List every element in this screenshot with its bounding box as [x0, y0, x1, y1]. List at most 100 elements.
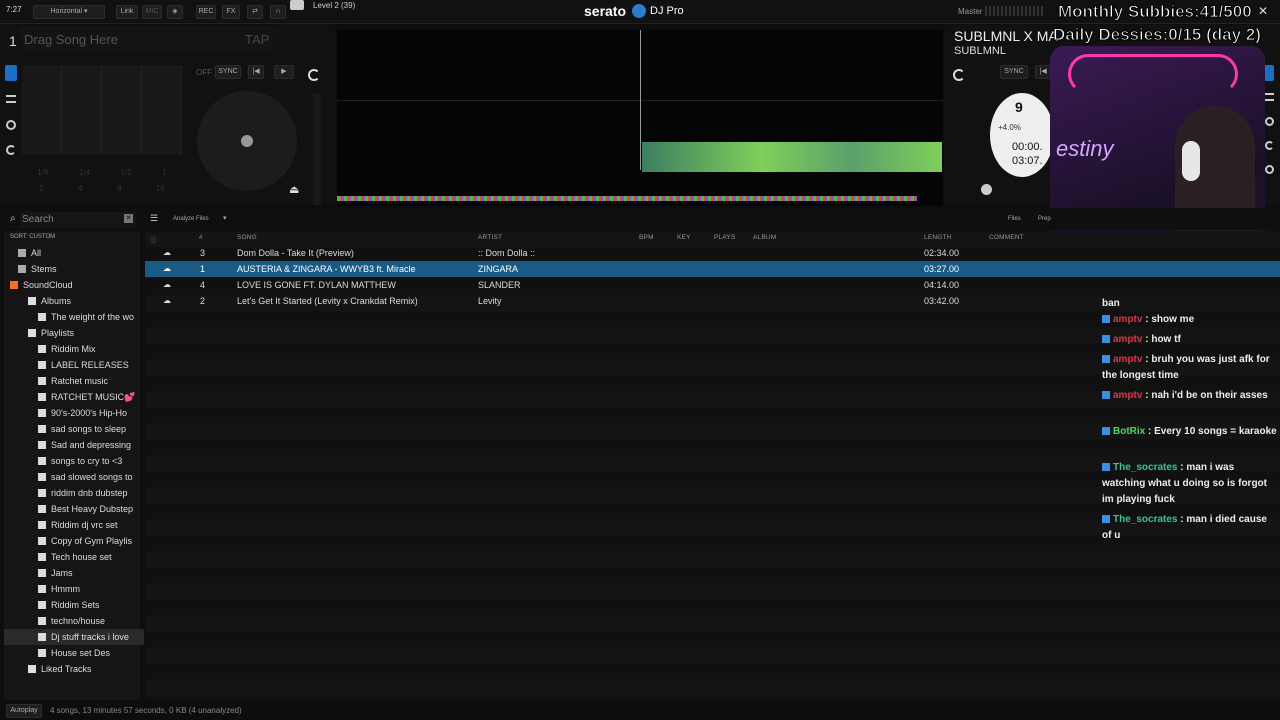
sidebar-item-playlist[interactable]: Riddim Sets — [4, 597, 144, 613]
col-song[interactable]: SONG — [237, 234, 257, 241]
table-row[interactable]: ☁ 4 LOVE IS GONE FT. DYLAN MATTHEW SLANDER 0… — [145, 277, 1280, 293]
view-toggle-icon[interactable]: ☰ — [150, 213, 158, 224]
sidebar-item-playlist[interactable]: Copy of Gym Playlis — [4, 533, 144, 549]
list-icon[interactable] — [6, 95, 16, 103]
sidebar-item-all[interactable]: All — [4, 245, 144, 261]
info-col-icon[interactable]: ⓘ — [150, 234, 157, 244]
record-icon[interactable] — [1265, 165, 1274, 174]
loop-pad-row[interactable]: 2 4 8 16 — [22, 184, 182, 193]
sidebar-item-playlist[interactable]: Tech house set — [4, 549, 144, 565]
jog-platter[interactable] — [197, 91, 297, 191]
sidebar-item-album[interactable]: The weight of the wo — [4, 309, 144, 325]
sidebar-item-playlist[interactable]: sad slowed songs to — [4, 469, 144, 485]
jog-platter[interactable]: 9 +4.0% 00:00. 03:07. — [990, 93, 1054, 177]
track-artist: ZINGARA — [478, 264, 519, 274]
col-num[interactable]: # — [199, 234, 203, 241]
refresh-icon[interactable] — [1265, 141, 1274, 150]
sidebar-item-playlist[interactable]: Dj stuff tracks i love — [4, 629, 144, 645]
key-lock-icon[interactable] — [308, 69, 320, 81]
cue-button[interactable]: |◀ — [248, 65, 264, 79]
sidebar-item-playlist[interactable]: riddim dnb dubstep — [4, 485, 144, 501]
loop-pad[interactable]: 1/4 — [79, 168, 90, 177]
sidebar-item-playlist[interactable]: songs to cry to <3 — [4, 453, 144, 469]
deck-info: Level 2 (39) — [313, 1, 356, 10]
sidebar-item-playlist[interactable]: Best Heavy Dubstep — [4, 501, 144, 517]
loop-pad[interactable]: 8 — [117, 184, 121, 193]
sidebar-item-playlist[interactable]: sad songs to sleep — [4, 421, 144, 437]
col-comment[interactable]: COMMENT — [989, 234, 1024, 241]
analyze-dropdown-icon[interactable]: ▾ — [223, 214, 227, 222]
col-album[interactable]: ALBUM — [753, 234, 776, 241]
track-length: 03:27.00 — [924, 264, 960, 274]
bookmark-icon[interactable] — [1264, 65, 1274, 81]
play-button[interactable]: ▶ — [274, 65, 294, 79]
key-lock-icon[interactable] — [953, 69, 965, 81]
files-tab[interactable]: Files — [1008, 216, 1021, 222]
table-row[interactable]: ☁ 1 AUSTERIA & ZINGARA - WWYB3 ft. Miracle… — [145, 261, 1280, 277]
layout-select[interactable]: Horizontal ▾ — [33, 5, 105, 19]
prepare-tab[interactable]: Prep — [1038, 216, 1051, 222]
sidebar-item-playlist[interactable]: House set Des — [4, 645, 144, 661]
sidebar-item-soundcloud[interactable]: SoundCloud — [4, 277, 144, 293]
loop-pad[interactable]: 4 — [78, 184, 82, 193]
sidebar-item-playlists[interactable]: Playlists — [4, 325, 144, 341]
drag-zone[interactable]: Drag Song Here TAP — [21, 27, 273, 51]
loop-pad[interactable]: 2 — [39, 184, 43, 193]
list-icon[interactable] — [1265, 93, 1274, 101]
sidebar-item-playlist[interactable]: Riddim Mix — [4, 341, 144, 357]
sidebar-item-playlist[interactable]: Jams — [4, 565, 144, 581]
sidebar-item-playlist[interactable]: techno/house — [4, 613, 144, 629]
shield-icon[interactable]: ◈ — [167, 5, 183, 19]
close-icon[interactable]: ✕ — [1258, 4, 1268, 18]
track-song: LOVE IS GONE FT. DYLAN MATTHEW — [237, 280, 396, 290]
col-artist[interactable]: ARTIST — [478, 234, 502, 241]
midi-icon[interactable]: ⇄ — [247, 5, 263, 19]
sync-button[interactable]: SYNC — [1000, 65, 1028, 79]
sidebar-item-playlist[interactable]: RATCHET MUSIC💕 — [4, 389, 144, 405]
mic-button[interactable]: MIC — [142, 5, 162, 19]
eject-icon[interactable]: ⏏ — [289, 183, 299, 196]
fx-button[interactable]: FX — [222, 5, 240, 19]
col-key[interactable]: KEY — [677, 234, 691, 241]
cue-button[interactable]: |◀ — [1035, 65, 1051, 79]
sidebar-item-label: Dj stuff tracks i love — [51, 632, 129, 642]
sidebar-item-playlist[interactable]: Riddim dj vrc set — [4, 517, 144, 533]
loop-pad-row[interactable]: 1/8 1/4 1/2 1 — [22, 168, 182, 177]
sync-button[interactable]: SYNC — [215, 65, 241, 79]
loop-icon[interactable] — [6, 120, 16, 130]
cue-pads[interactable] — [22, 65, 182, 155]
loop-icon[interactable] — [1265, 117, 1274, 126]
sidebar-item-playlist[interactable]: 90's-2000's Hip-Ho — [4, 405, 144, 421]
crate-icon — [28, 665, 36, 673]
loop-pad[interactable]: 16 — [156, 184, 165, 193]
headphones-icon[interactable]: ∩ — [270, 5, 286, 19]
sidebar-item-playlist[interactable]: LABEL RELEASES — [4, 357, 144, 373]
sidebar-item-liked-tracks[interactable]: Liked Tracks — [4, 661, 144, 677]
slip-icon[interactable] — [981, 184, 992, 195]
sidebar-item-playlist[interactable]: Sad and depressing — [4, 437, 144, 453]
sidebar-item-albums[interactable]: Albums — [4, 293, 144, 309]
search-input[interactable]: Search ✕ — [20, 212, 136, 228]
link-button[interactable]: Link — [116, 5, 138, 19]
table-row[interactable]: ☁ 3 Dom Dolla - Take It (Preview):: Dom Do… — [145, 245, 1280, 261]
crate-icon — [38, 537, 46, 545]
refresh-icon[interactable] — [6, 145, 16, 155]
col-bpm[interactable]: BPM — [639, 234, 654, 241]
autoplay-button[interactable]: Autoplay — [6, 704, 42, 718]
clear-search-icon[interactable]: ✕ — [124, 214, 133, 223]
bookmark-icon[interactable] — [5, 65, 17, 81]
col-plays[interactable]: PLAYS — [714, 234, 735, 241]
waveform-overview[interactable] — [337, 30, 943, 206]
sidebar-item-playlist[interactable]: Ratchet music — [4, 373, 144, 389]
loop-pad[interactable]: 1/2 — [121, 168, 132, 177]
loop-pad[interactable]: 1 — [162, 168, 166, 177]
rec-button[interactable]: REC — [196, 5, 216, 19]
sidebar-item-stems[interactable]: Stems — [4, 261, 144, 277]
pitch-slider[interactable] — [313, 93, 321, 205]
mini-waveform[interactable] — [337, 196, 917, 201]
tap-button[interactable]: TAP — [245, 32, 269, 47]
analyze-files-button[interactable]: Analyze Files — [173, 216, 209, 222]
col-length[interactable]: LENGTH — [924, 234, 952, 241]
loop-pad[interactable]: 1/8 — [37, 168, 48, 177]
sidebar-item-playlist[interactable]: Hmmm — [4, 581, 144, 597]
